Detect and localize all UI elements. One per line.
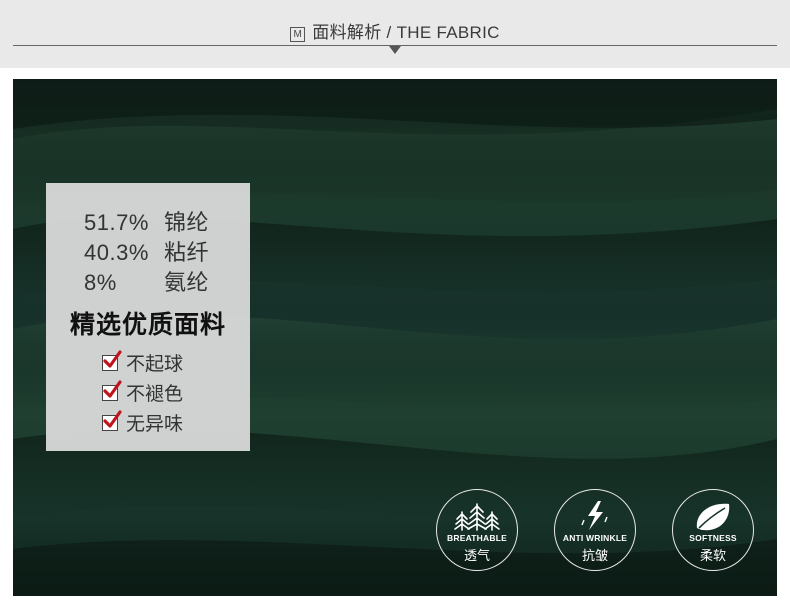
checkmark-icon <box>102 350 122 371</box>
badge-en-label: BREATHABLE <box>447 533 507 543</box>
composition-material: 粘纤 <box>164 240 210 265</box>
composition-material: 锦纶 <box>164 210 210 235</box>
composition-row: 40.3% 粘纤 <box>84 235 209 267</box>
badge-zh-label: 抗皱 <box>581 548 608 563</box>
checkmark-icon <box>102 410 122 431</box>
badge-softness: SOFTNESS 柔软 <box>672 489 754 571</box>
checkmark-icon <box>102 380 122 401</box>
composition-percent: 40.3% <box>84 240 149 265</box>
section-title-text: 面料解析 / THE FABRIC <box>312 23 500 42</box>
composition-material: 氨纶 <box>164 270 210 295</box>
feature-label: 不褪色 <box>126 384 184 405</box>
feature-item: 不起球 <box>102 349 183 376</box>
fabric-info-panel: 51.7% 锦纶 40.3% 粘纤 8% 氨纶 精选优质面料 不起球 不褪色 无异味 <box>46 183 250 451</box>
section-title: M 面料解析 / THE FABRIC <box>0 18 790 43</box>
badge-zh-label: 透气 <box>463 548 490 563</box>
composition-row: 8% 氨纶 <box>84 265 209 297</box>
page-header: M 面料解析 / THE FABRIC <box>0 0 790 68</box>
badge-anti-wrinkle: ANTI WRINKLE 抗皱 <box>554 489 636 571</box>
feature-item: 无异味 <box>102 409 183 436</box>
feature-label: 不起球 <box>126 354 184 375</box>
down-arrow-icon <box>389 46 401 54</box>
panel-heading: 精选优质面料 <box>69 311 226 339</box>
feature-item: 不褪色 <box>102 379 183 406</box>
badge-zh-label: 柔软 <box>699 548 726 563</box>
feature-label: 无异味 <box>126 414 184 435</box>
composition-percent: 51.7% <box>84 210 149 235</box>
badge-breathable: BREATHABLE 透气 <box>436 489 518 571</box>
m-logo-icon: M <box>290 27 306 42</box>
composition-percent: 8% <box>84 270 117 295</box>
badge-en-label: ANTI WRINKLE <box>562 533 628 543</box>
badge-en-label: SOFTNESS <box>689 533 737 543</box>
composition-row: 51.7% 锦纶 <box>84 205 209 237</box>
